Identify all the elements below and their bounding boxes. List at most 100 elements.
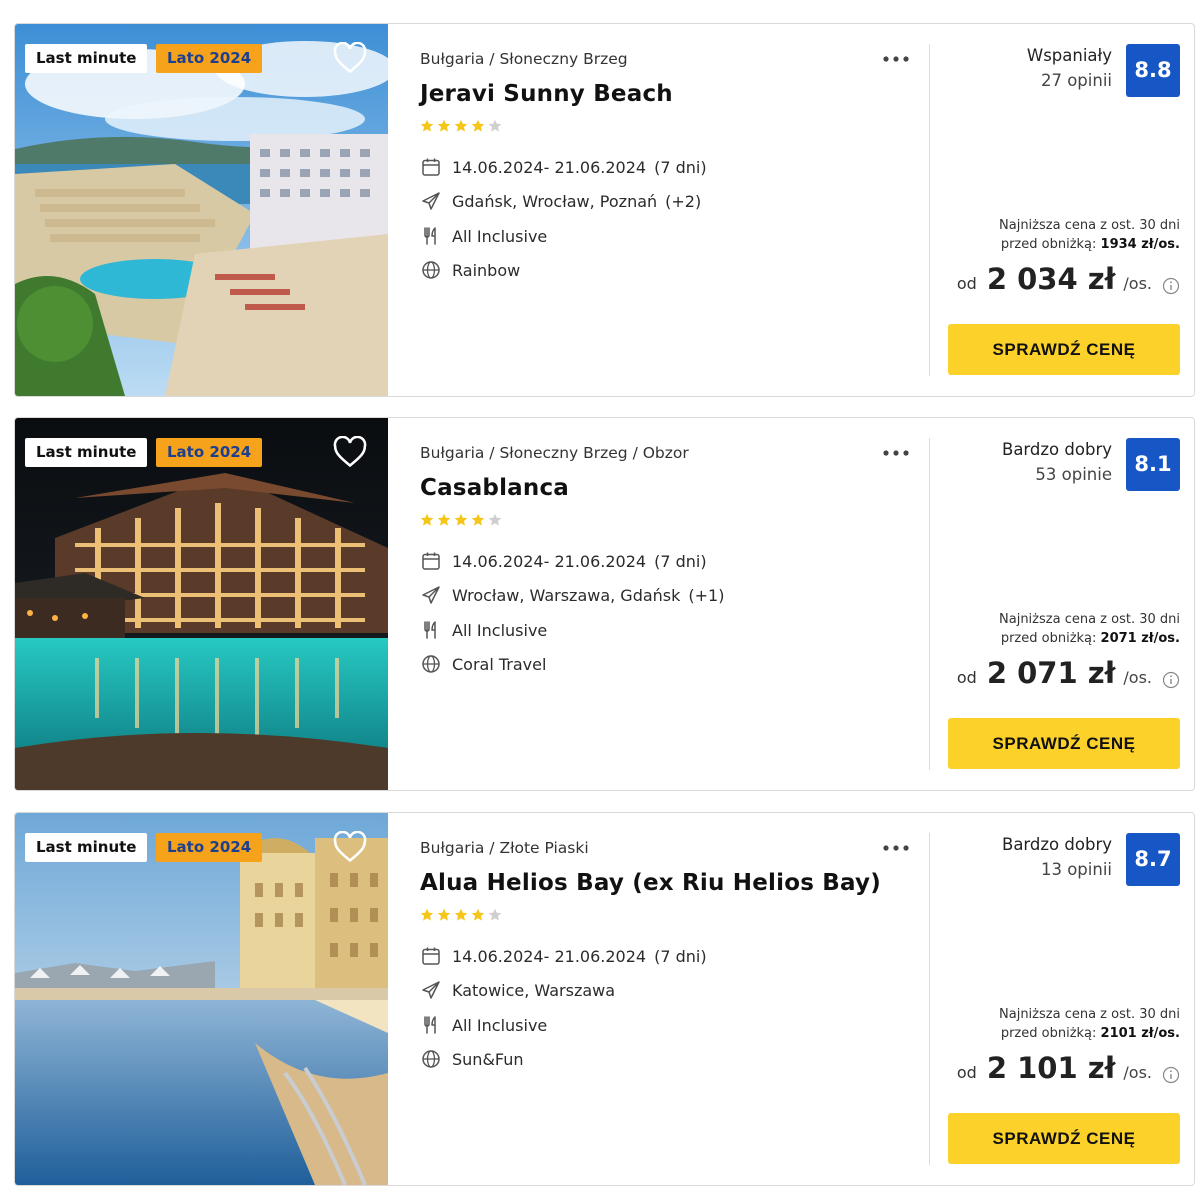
price-row: od 2 071 zł /os. xyxy=(957,656,1180,696)
offer-card[interactable]: Last minute Lato 2024 Bułgaria / Słonecz… xyxy=(14,23,1195,397)
hotel-name[interactable]: Alua Helios Bay (ex Riu Helios Bay) xyxy=(420,870,881,896)
board-text: All Inclusive xyxy=(452,1015,548,1035)
check-price-button[interactable]: SPRAWDŹ CENĘ xyxy=(948,324,1180,375)
heart-icon[interactable] xyxy=(333,831,367,863)
more-dots-icon[interactable] xyxy=(880,444,912,462)
globe-icon xyxy=(422,655,440,673)
heart-icon[interactable] xyxy=(333,42,367,74)
reviews-count[interactable]: 27 opinii xyxy=(1041,71,1112,90)
score-badge: 8.8 xyxy=(1126,44,1180,97)
dates-row: 14.06.2024- 21.06.2024 (7 dni) xyxy=(420,550,707,572)
star-rating xyxy=(420,513,502,527)
check-price-button[interactable]: SPRAWDŹ CENĘ xyxy=(948,718,1180,769)
duration-text: (7 dni) xyxy=(654,551,707,571)
hotel-photo-image xyxy=(15,418,388,790)
calendar-icon xyxy=(422,552,440,570)
price-amount: 2 101 zł xyxy=(986,1051,1116,1085)
departure-cities: Gdańsk, Wrocław, Poznań xyxy=(452,191,658,211)
lowest-price-prefix: przed obniżką: xyxy=(1000,237,1097,252)
globe-icon xyxy=(422,261,440,279)
dates-row: 14.06.2024- 21.06.2024 (7 dni) xyxy=(420,945,707,967)
more-dots-icon[interactable] xyxy=(880,50,912,68)
departure-extra[interactable]: (+2) xyxy=(665,192,701,211)
price-suffix: /os. xyxy=(1123,668,1152,687)
rating-label: Bardzo dobry xyxy=(1002,440,1112,459)
offer-card[interactable]: Last minute Lato 2024 Bułgaria / Słonecz… xyxy=(14,417,1195,791)
operator-row: Rainbow xyxy=(420,259,520,281)
star-icon xyxy=(471,513,485,526)
dates-text: 14.06.2024- 21.06.2024 xyxy=(452,157,647,177)
last-minute-badge: Last minute xyxy=(25,44,148,73)
price-suffix: /os. xyxy=(1123,274,1152,293)
hotel-photo[interactable]: Last minute Lato 2024 xyxy=(15,813,388,1185)
departure-extra[interactable]: (+1) xyxy=(688,586,724,605)
operator-text: Sun&Fun xyxy=(452,1049,524,1069)
last-minute-badge: Last minute xyxy=(25,833,148,862)
departure-row: Gdańsk, Wrocław, Poznań (+2) xyxy=(420,190,701,212)
lowest-price-before-discount: przed obniżką: 1934 zł/os. xyxy=(1001,237,1180,252)
star-icon xyxy=(437,908,451,921)
star-icon xyxy=(454,119,468,132)
offer-card[interactable]: Last minute Lato 2024 Bułgaria / Złote P… xyxy=(14,812,1195,1186)
info-icon[interactable] xyxy=(1162,671,1180,689)
operator-text: Rainbow xyxy=(452,260,521,280)
location-breadcrumb[interactable]: Bułgaria / Słoneczny Brzeg xyxy=(420,50,628,68)
board-text: All Inclusive xyxy=(452,226,548,246)
last-minute-badge: Last minute xyxy=(25,438,148,467)
info-icon[interactable] xyxy=(1162,277,1180,295)
season-badge: Lato 2024 xyxy=(156,833,263,862)
price-row: od 2 034 zł /os. xyxy=(957,262,1180,302)
globe-icon xyxy=(422,1050,440,1068)
plane-icon xyxy=(422,981,440,999)
cutlery-icon xyxy=(424,227,436,245)
star-empty-icon xyxy=(488,513,502,526)
hotel-name[interactable]: Jeravi Sunny Beach xyxy=(420,81,673,107)
hotel-name[interactable]: Casablanca xyxy=(420,475,569,501)
star-rating xyxy=(420,908,502,922)
hotel-photo-image xyxy=(15,813,388,1185)
duration-text: (7 dni) xyxy=(654,946,707,966)
star-icon xyxy=(420,908,434,921)
price-prefix: od xyxy=(956,274,977,293)
departure-row: Katowice, Warszawa xyxy=(420,979,615,1001)
hotel-photo[interactable]: Last minute Lato 2024 xyxy=(15,418,388,790)
lowest-price-note: Najniższa cena z ost. 30 dni xyxy=(999,612,1180,627)
departure-cities: Wrocław, Warszawa, Gdańsk xyxy=(452,585,681,605)
operator-row: Coral Travel xyxy=(420,653,546,675)
location-breadcrumb[interactable]: Bułgaria / Złote Piaski xyxy=(420,839,589,857)
calendar-icon xyxy=(422,947,440,965)
reviews-count[interactable]: 13 opinii xyxy=(1041,860,1112,879)
cutlery-icon xyxy=(424,1016,436,1034)
lowest-price-note: Najniższa cena z ost. 30 dni xyxy=(999,218,1180,233)
cutlery-icon xyxy=(424,621,436,639)
price-prefix: od xyxy=(956,668,977,687)
check-price-button[interactable]: SPRAWDŹ CENĘ xyxy=(948,1113,1180,1164)
heart-icon[interactable] xyxy=(333,436,367,468)
lowest-price-note: Najniższa cena z ost. 30 dni xyxy=(999,1007,1180,1022)
price-prefix: od xyxy=(956,1063,977,1082)
lowest-price-prefix: przed obniżką: xyxy=(1000,1026,1097,1041)
dates-row: 14.06.2024- 21.06.2024 (7 dni) xyxy=(420,156,707,178)
star-icon xyxy=(437,513,451,526)
operator-text: Coral Travel xyxy=(452,654,547,674)
star-icon xyxy=(437,119,451,132)
price-amount: 2 071 zł xyxy=(986,656,1116,690)
season-badge: Lato 2024 xyxy=(156,438,263,467)
dates-text: 14.06.2024- 21.06.2024 xyxy=(452,551,647,571)
board-text: All Inclusive xyxy=(452,620,548,640)
lowest-price-prefix: przed obniżką: xyxy=(1000,631,1097,646)
lowest-price-value: 2071 zł/os. xyxy=(1100,631,1180,646)
calendar-icon xyxy=(422,158,440,176)
location-breadcrumb[interactable]: Bułgaria / Słoneczny Brzeg / Obzor xyxy=(420,444,689,462)
board-row: All Inclusive xyxy=(420,619,547,641)
lowest-price-before-discount: przed obniżką: 2101 zł/os. xyxy=(1001,1026,1180,1041)
star-empty-icon xyxy=(488,119,502,132)
season-badge: Lato 2024 xyxy=(156,44,263,73)
reviews-count[interactable]: 53 opinie xyxy=(1035,465,1112,484)
hotel-photo[interactable]: Last minute Lato 2024 xyxy=(15,24,388,396)
lowest-price-value: 1934 zł/os. xyxy=(1100,237,1180,252)
divider xyxy=(929,44,930,376)
star-icon xyxy=(454,513,468,526)
info-icon[interactable] xyxy=(1162,1066,1180,1084)
more-dots-icon[interactable] xyxy=(880,839,912,857)
